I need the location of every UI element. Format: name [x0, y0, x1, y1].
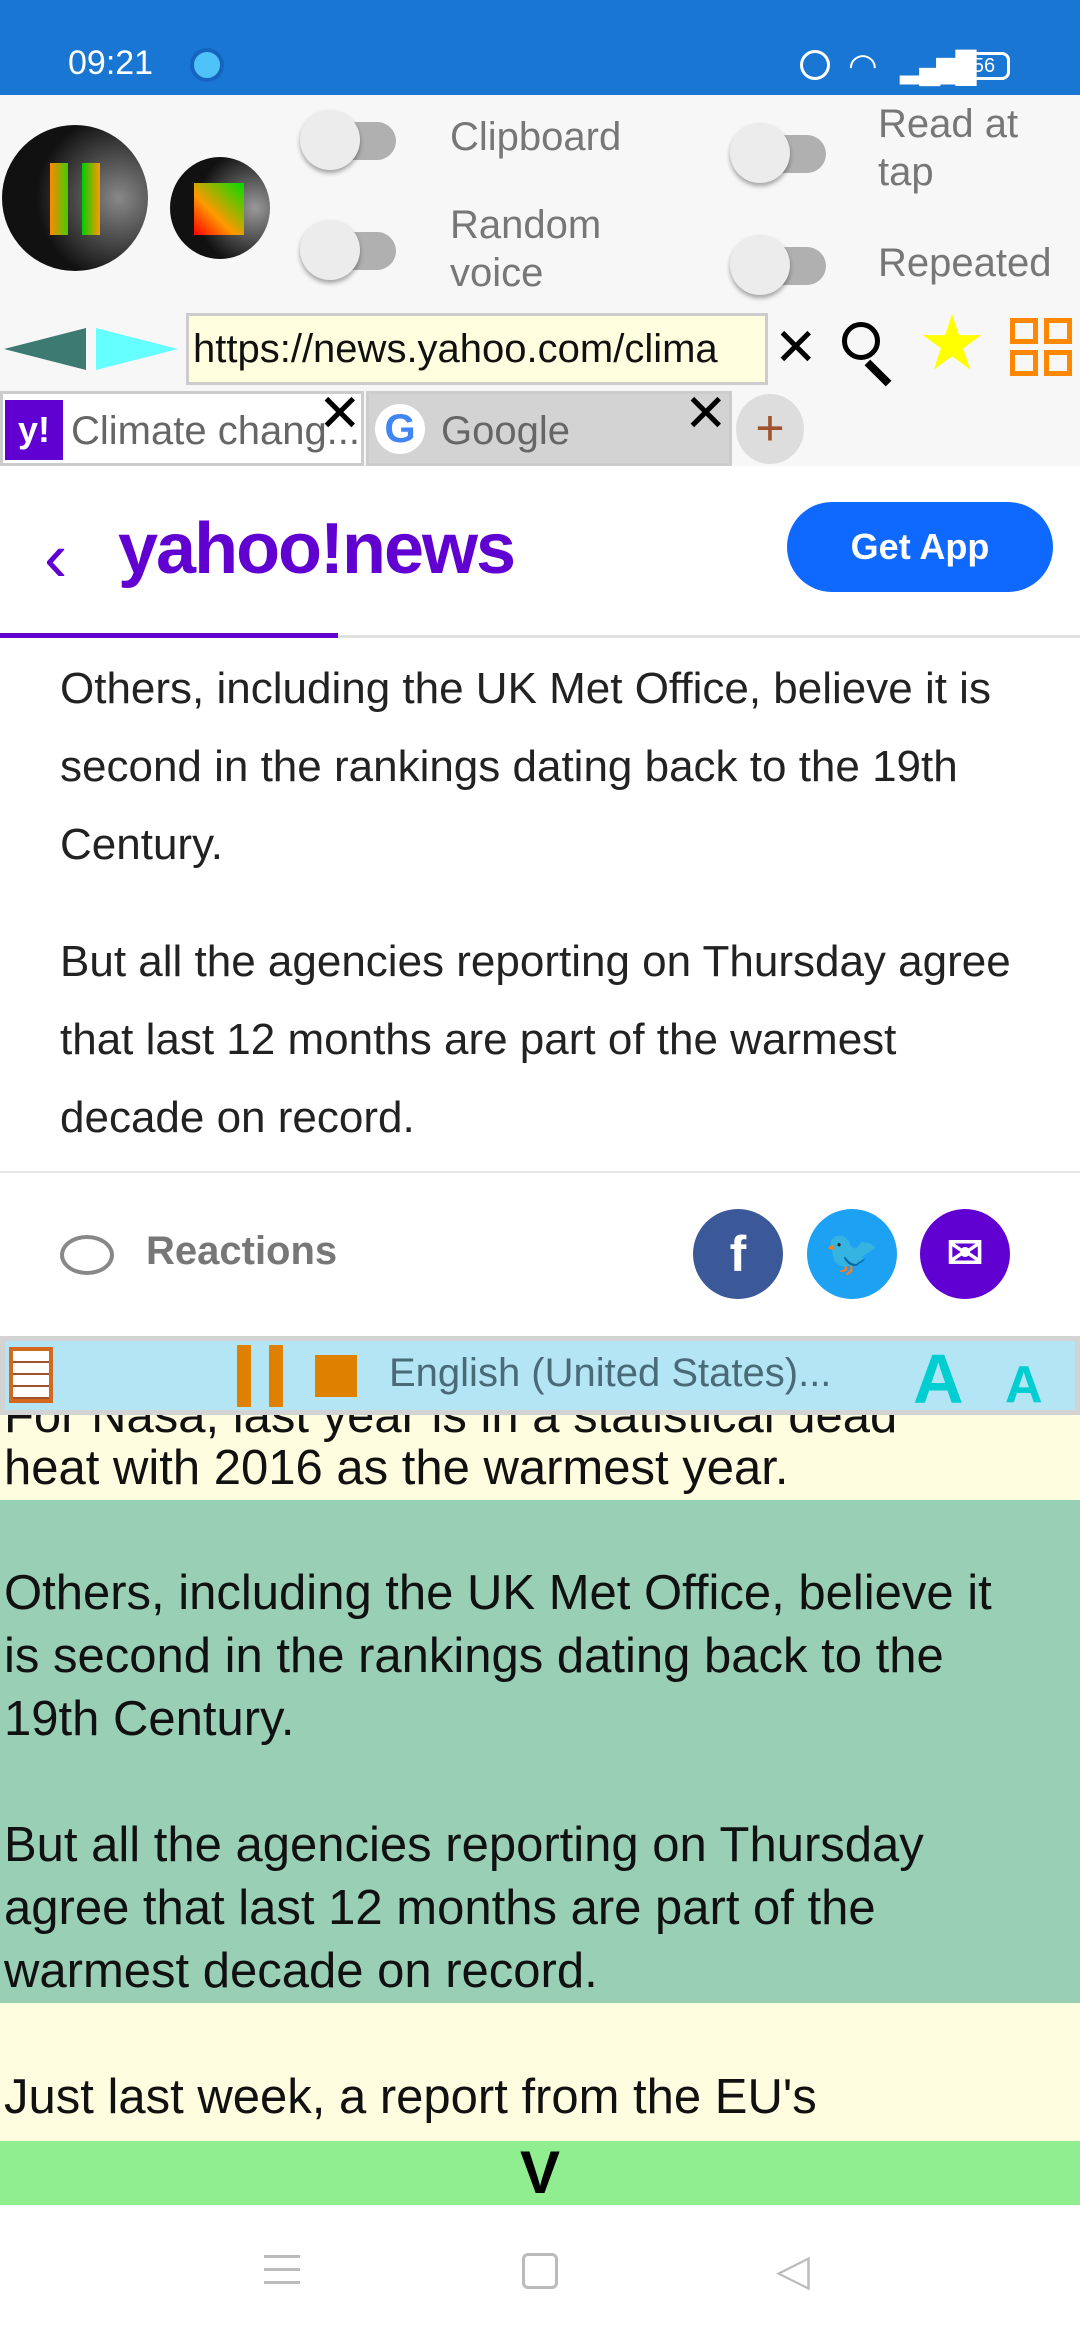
random-voice-label: Random voice	[450, 203, 602, 295]
reader-line: agree that last 12 months are part of th…	[4, 1881, 876, 1935]
article-paragraph: But all the agencies reporting on Thursd…	[60, 937, 1011, 1142]
url-input[interactable]: https://news.yahoo.com/clima	[186, 313, 768, 385]
reader-line: Others, including the UK Met Office, bel…	[4, 1566, 992, 1620]
document-list-icon[interactable]	[9, 1347, 53, 1403]
reader-line: heat with 2016 as the warmest year.	[4, 1441, 789, 1495]
clipboard-label: Clipboard	[450, 115, 622, 159]
google-favicon-icon: G	[375, 404, 425, 454]
reader-line: is second in the rankings dating back to…	[4, 1629, 944, 1683]
repeated-toggle[interactable]	[730, 235, 830, 295]
repeated-label: Repeated	[878, 241, 1052, 285]
read-at-tap-toggle[interactable]	[730, 123, 830, 183]
twitter-share-icon[interactable]: 🐦	[807, 1209, 897, 1299]
stop-icon	[194, 183, 244, 235]
toggle-knob	[730, 123, 790, 183]
clear-url-icon[interactable]: ✕	[774, 322, 818, 374]
bookmark-star-icon[interactable]: ★	[918, 306, 986, 382]
reader-line: warmest decade on record.	[4, 1944, 598, 1998]
pause-button[interactable]	[237, 1345, 283, 1407]
font-decrease-button[interactable]: A	[1005, 1355, 1043, 1415]
home-nav-icon[interactable]	[522, 2253, 558, 2289]
back-arrow-button[interactable]	[4, 328, 86, 370]
yahoo-news-logo: yahoo!news	[118, 509, 516, 589]
font-increase-button[interactable]: A	[913, 1339, 964, 1419]
reactions-bar: Reactions f 🐦 ✉	[0, 1171, 1080, 1335]
tabs-grid-icon[interactable]	[1010, 318, 1072, 376]
reader-line: 19th Century.	[4, 1692, 295, 1746]
tab-title: Climate chang...	[71, 409, 361, 453]
clipboard-toggle[interactable]	[300, 110, 400, 170]
language-selector[interactable]: English (United States)...	[389, 1351, 831, 1396]
read-at-tap-label: Read at tap	[878, 102, 1019, 194]
search-icon[interactable]	[842, 322, 880, 360]
reader-toolbar: English (United States)... A A	[0, 1336, 1080, 1418]
tab-google[interactable]: G Google	[366, 391, 732, 466]
alarm-icon	[800, 50, 830, 80]
stop-button[interactable]	[315, 1355, 357, 1397]
back-nav-icon[interactable]: ◁	[776, 2245, 810, 2296]
tab-title: Google	[441, 409, 570, 453]
reader-text-panel[interactable]: For Nasa, last year is in a statistical …	[0, 1415, 1080, 2141]
stop-button[interactable]	[170, 157, 270, 259]
reader-line: Just last week, a report from the EU's	[4, 2070, 817, 2124]
facebook-share-icon[interactable]: f	[693, 1209, 783, 1299]
toggle-knob	[730, 235, 790, 295]
close-tab-icon[interactable]: ✕	[318, 388, 362, 440]
toggle-knob	[300, 110, 360, 170]
tab-climate-change[interactable]: y! Climate chang...	[0, 391, 364, 466]
email-share-icon[interactable]: ✉	[920, 1209, 1010, 1299]
system-nav-bar: ◁	[0, 2205, 1080, 2340]
yahoo-favicon-icon: y!	[5, 400, 63, 460]
clock: 09:21	[68, 44, 154, 82]
app-notification-icon	[190, 48, 224, 82]
toggle-knob	[300, 220, 360, 280]
forward-arrow-button[interactable]	[96, 328, 178, 370]
article-paragraph: Others, including the UK Met Office, bel…	[60, 664, 991, 869]
comment-icon[interactable]	[60, 1235, 114, 1275]
pause-icon	[50, 163, 68, 235]
collapse-reader-button[interactable]: V	[0, 2141, 1080, 2205]
reactions-button[interactable]: Reactions	[146, 1229, 337, 1274]
pause-button[interactable]	[2, 125, 148, 271]
yahoo-news-header: ‹ yahoo!news Get App	[0, 466, 1080, 638]
reader-line: But all the agencies reporting on Thursd…	[4, 1818, 924, 1872]
get-app-button[interactable]: Get App	[787, 502, 1053, 592]
status-bar: 09:21 ◠ ▂▄▆█ 56	[0, 0, 1080, 95]
menu-nav-icon[interactable]	[264, 2255, 300, 2285]
random-voice-toggle[interactable]	[300, 220, 400, 280]
wifi-icon: ◠	[848, 47, 878, 85]
new-tab-button[interactable]: +	[736, 394, 804, 464]
reading-progress-bar	[0, 633, 338, 638]
close-tab-icon[interactable]: ✕	[684, 388, 728, 440]
battery-indicator: 56	[958, 52, 1010, 80]
pause-bar-icon	[82, 163, 100, 235]
back-chevron-icon[interactable]: ‹	[44, 522, 67, 592]
